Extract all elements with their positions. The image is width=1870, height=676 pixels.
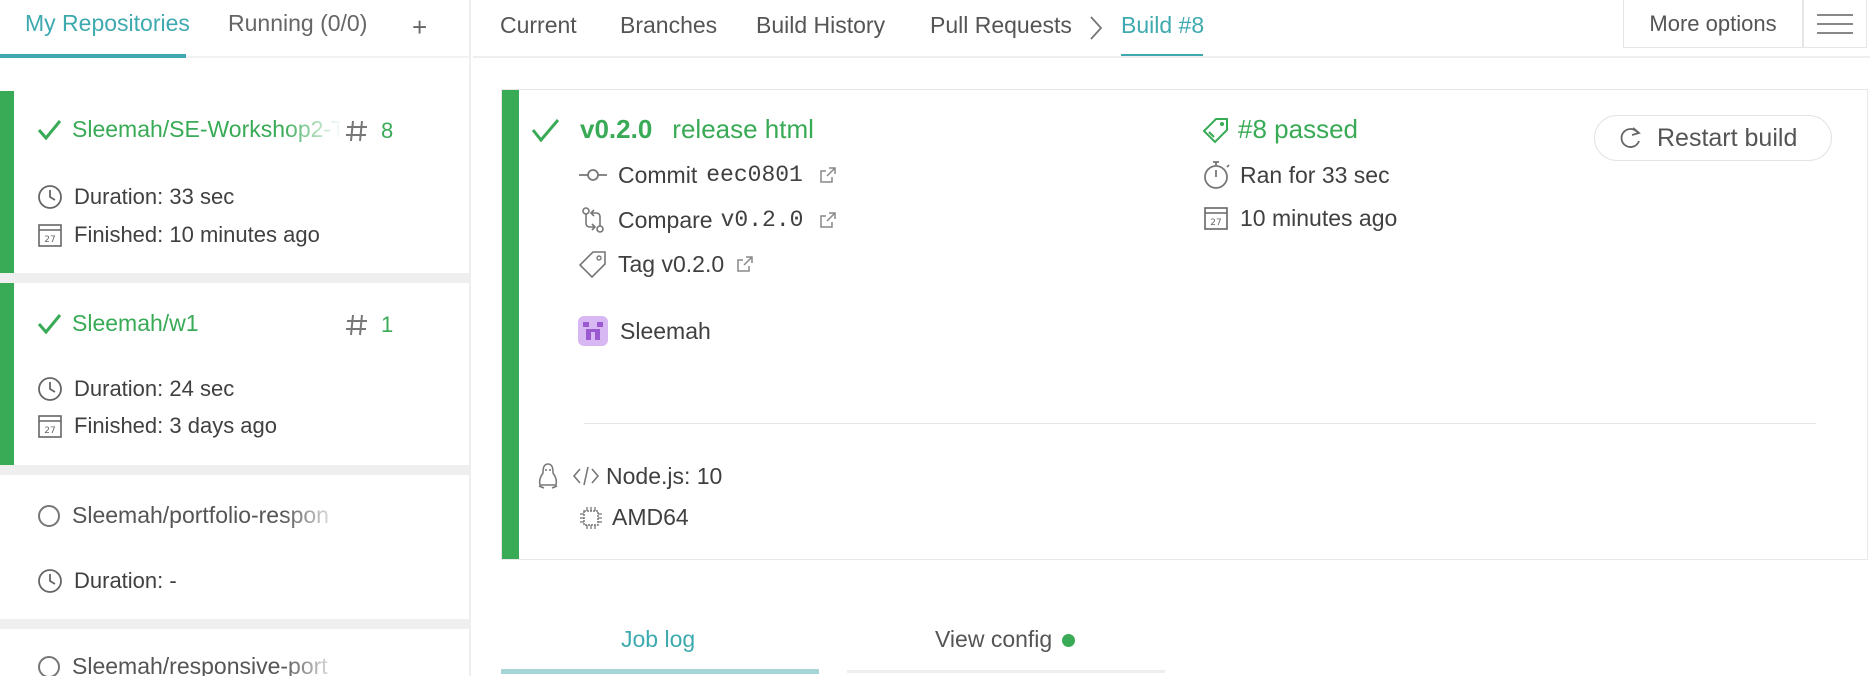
calendar-icon: 27: [36, 412, 64, 440]
circle-icon: [36, 654, 62, 676]
status-bar: [502, 90, 519, 559]
tag-link[interactable]: Tag v0.2.0: [618, 251, 724, 278]
code-icon: [572, 465, 600, 487]
circle-icon: [36, 503, 62, 529]
hamburger-icon: [1817, 12, 1853, 36]
repo-card[interactable]: Sleemah/responsive-port: [0, 629, 469, 676]
duration-text: Duration: 24 sec: [74, 376, 235, 401]
sidebar-divider: [469, 0, 471, 676]
author-name[interactable]: Sleemah: [620, 318, 711, 345]
commit-message: release html: [672, 114, 814, 144]
tab-job-log[interactable]: Job log: [621, 626, 695, 653]
build-version[interactable]: v0.2.0: [580, 114, 652, 145]
repo-card[interactable]: Sleemah/SE-Workshop2-T 8 Duration: 33 se…: [0, 91, 469, 273]
external-link-icon[interactable]: [736, 255, 754, 273]
restart-build-label: Restart build: [1657, 123, 1798, 152]
refresh-icon: [1617, 125, 1643, 151]
stopwatch-icon: [1202, 158, 1232, 192]
duration-text: Duration: -: [74, 568, 177, 593]
add-repository-button[interactable]: +: [412, 12, 427, 43]
language-text: Node.js: 10: [606, 462, 723, 489]
compare-label: Compare: [618, 206, 713, 233]
status-bar: [0, 283, 14, 465]
nav-divider: [473, 56, 1870, 58]
tab-branches[interactable]: Branches: [620, 12, 717, 39]
avatar: [578, 316, 608, 346]
commit-hash-link[interactable]: eec0801: [706, 162, 803, 188]
hash-icon: [345, 119, 369, 143]
status-dot: [1062, 634, 1076, 648]
build-number-value: 8: [381, 118, 394, 143]
compare-ref-link[interactable]: v0.2.0: [721, 207, 804, 233]
tab-underline: [847, 670, 1165, 673]
duration-text: Duration: 33 sec: [74, 184, 235, 209]
repo-separator: [0, 619, 469, 629]
svg-text:27: 27: [44, 426, 55, 436]
view-config-label: View config: [935, 626, 1053, 652]
active-tab-indicator: [501, 669, 819, 674]
arch-text: AMD64: [612, 504, 689, 530]
calendar-icon: 27: [36, 221, 64, 249]
build-summary-card: v0.2.0 release html #8 passed Restart bu…: [501, 89, 1868, 560]
commit-icon: [578, 160, 608, 190]
tab-view-config[interactable]: View config: [935, 626, 1076, 653]
build-number[interactable]: 8: [345, 118, 393, 144]
tab-build-8[interactable]: Build #8: [1121, 12, 1204, 39]
active-tab-indicator: [0, 54, 186, 58]
finished-time-text: 10 minutes ago: [1240, 204, 1398, 231]
hash-icon: [345, 313, 369, 337]
repo-card[interactable]: Sleemah/w1 1 Duration: 24 sec 27 Finishe…: [0, 283, 469, 465]
linux-icon: [536, 462, 560, 490]
sidebar-tabs: My Repositories Running (0/0) +: [0, 0, 469, 58]
clock-icon: [36, 567, 64, 595]
repositories-sidebar: My Repositories Running (0/0) + Sleemah/…: [0, 0, 471, 676]
tab-pull-requests[interactable]: Pull Requests: [930, 12, 1072, 39]
more-options-button[interactable]: More options: [1623, 0, 1803, 48]
build-number-value: 1: [381, 312, 394, 337]
external-link-icon[interactable]: [819, 211, 837, 229]
external-link-icon[interactable]: [819, 166, 837, 184]
repo-separator: [0, 273, 469, 283]
commit-label: Commit: [618, 161, 698, 188]
repo-name-link[interactable]: Sleemah/SE-Workshop2-T: [72, 116, 342, 143]
repo-separator: [0, 465, 469, 475]
cpu-icon: [578, 505, 604, 531]
ran-for-text: Ran for 33 sec: [1240, 161, 1390, 188]
tab-current[interactable]: Current: [500, 12, 577, 39]
build-number[interactable]: 1: [345, 312, 393, 338]
repo-card[interactable]: Sleemah/portfolio-respon Duration: -: [0, 475, 469, 619]
chevron-right-icon: [1087, 14, 1105, 42]
tab-running[interactable]: Running (0/0): [228, 10, 367, 37]
check-icon: [36, 117, 62, 143]
tab-build-history[interactable]: Build History: [756, 12, 885, 39]
compare-icon: [578, 205, 608, 235]
finished-text: Finished: 3 days ago: [74, 413, 278, 438]
tab-my-repositories[interactable]: My Repositories: [25, 10, 190, 37]
clock-icon: [36, 183, 64, 211]
check-icon: [36, 311, 62, 337]
repo-name-link[interactable]: Sleemah/w1: [72, 310, 199, 337]
build-navigation: Current Branches Build History Pull Requ…: [473, 0, 1870, 58]
status-bar: [0, 91, 14, 273]
restart-build-button[interactable]: Restart build: [1594, 115, 1832, 161]
tag-icon: [578, 249, 608, 279]
finished-text: Finished: 10 minutes ago: [74, 222, 320, 247]
check-icon: [530, 115, 560, 145]
clock-icon: [36, 375, 64, 403]
repo-name-link[interactable]: Sleemah/portfolio-respon: [72, 502, 342, 529]
hamburger-menu-button[interactable]: [1803, 0, 1867, 48]
svg-text:27: 27: [1210, 218, 1221, 228]
build-status[interactable]: #8 passed: [1238, 114, 1358, 145]
details-divider: [584, 423, 1816, 424]
tag-icon: [1202, 116, 1230, 144]
svg-text:27: 27: [44, 235, 55, 245]
calendar-icon: 27: [1202, 204, 1230, 232]
repo-name-link[interactable]: Sleemah/responsive-port: [72, 653, 342, 676]
